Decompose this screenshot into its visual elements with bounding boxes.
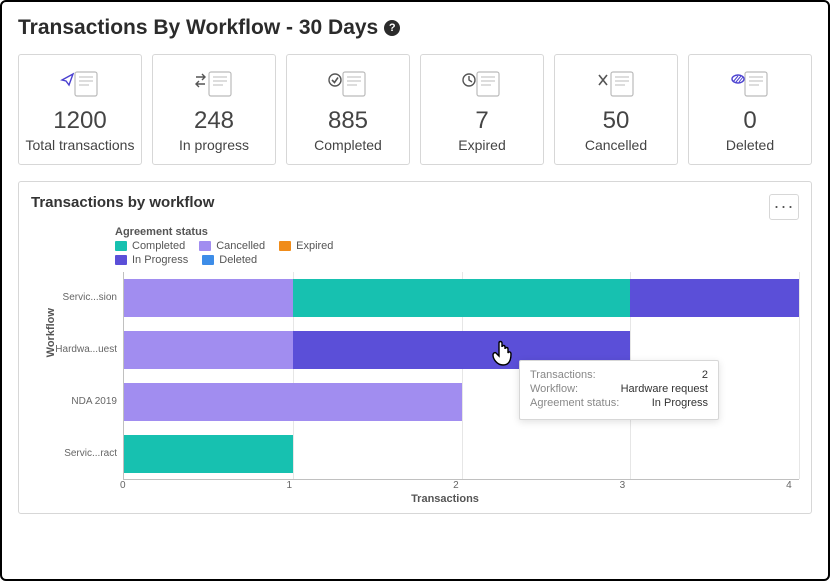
bar-segment[interactable] [124,383,462,421]
card-label: Expired [427,137,537,154]
card-value: 0 [695,107,805,135]
send-icon [25,67,135,101]
card-label: Total transactions [25,137,135,154]
card-completed[interactable]: 885 Completed [286,54,410,165]
bar-row[interactable] [124,383,462,421]
tooltip-value: 2 [702,369,708,381]
legend-label: Deleted [219,254,257,266]
legend-item-cancelled[interactable]: Cancelled [199,240,265,252]
swatch-in-progress [115,255,127,265]
tooltip-value: Hardware request [621,383,708,395]
chart-legend: Agreement status Completed Cancelled Exp… [115,226,799,266]
card-total[interactable]: 1200 Total transactions [18,54,142,165]
legend-item-completed[interactable]: Completed [115,240,185,252]
tooltip-key: Agreement status: [530,397,619,409]
swatch-cancelled [199,241,211,251]
y-tick: Hardwa...uest [61,324,123,376]
cancel-icon [561,67,671,101]
bar-segment[interactable] [293,279,631,317]
bar-segment[interactable] [630,279,799,317]
card-label: In progress [159,137,269,154]
x-axis-label: Transactions [91,493,799,505]
page-title: Transactions By Workflow - 30 Days [18,16,378,40]
card-value: 248 [159,107,269,135]
card-in-progress[interactable]: 248 In progress [152,54,276,165]
more-button[interactable]: ··· [769,194,799,220]
swatch-completed [115,241,127,251]
card-expired[interactable]: 7 Expired [420,54,544,165]
y-tick: NDA 2019 [61,376,123,428]
chart-tooltip: Transactions: 2 Workflow: Hardware request… [519,360,719,420]
x-tick: 1 [287,480,454,491]
bar-segment[interactable] [124,331,293,369]
legend-title: Agreement status [115,226,799,238]
check-circle-icon [293,67,403,101]
legend-item-expired[interactable]: Expired [279,240,333,252]
legend-label: Expired [296,240,333,252]
card-cancelled[interactable]: 50 Cancelled [554,54,678,165]
y-tick: Servic...sion [61,272,123,324]
bar-segment[interactable] [124,435,293,473]
clock-icon [427,67,537,101]
bar-segment[interactable] [124,279,293,317]
legend-item-in-progress[interactable]: In Progress [115,254,188,266]
y-axis-label: Workflow [45,308,57,357]
x-tick: 0 [120,480,287,491]
help-icon[interactable]: ? [384,20,400,36]
y-ticks: Servic...sion Hardwa...uest NDA 2019 Ser… [61,272,123,480]
x-ticks: 01234 [123,480,799,491]
card-label: Deleted [695,137,805,154]
card-value: 7 [427,107,537,135]
chart-panel: Transactions by workflow ··· Agreement s… [18,181,812,514]
y-tick: Servic...ract [61,428,123,480]
tooltip-value: In Progress [652,397,708,409]
tooltip-key: Workflow: [530,383,578,395]
deleted-icon [695,67,805,101]
bar-row[interactable] [124,279,799,317]
legend-label: Cancelled [216,240,265,252]
stat-cards-row: 1200 Total transactions 248 In progress … [18,54,812,165]
legend-item-deleted[interactable]: Deleted [202,254,257,266]
legend-label: Completed [132,240,185,252]
x-tick: 4 [786,480,796,491]
chart-title: Transactions by workflow [31,194,214,211]
tooltip-key: Transactions: [530,369,596,381]
card-value: 885 [293,107,403,135]
cursor-pointer-icon [491,340,515,368]
card-deleted[interactable]: 0 Deleted [688,54,812,165]
swatch-expired [279,241,291,251]
card-value: 1200 [25,107,135,135]
x-tick: 2 [453,480,620,491]
transfer-icon [159,67,269,101]
swatch-deleted [202,255,214,265]
bar-row[interactable] [124,435,293,473]
card-label: Completed [293,137,403,154]
card-label: Cancelled [561,137,671,154]
legend-label: In Progress [132,254,188,266]
x-tick: 3 [620,480,787,491]
card-value: 50 [561,107,671,135]
